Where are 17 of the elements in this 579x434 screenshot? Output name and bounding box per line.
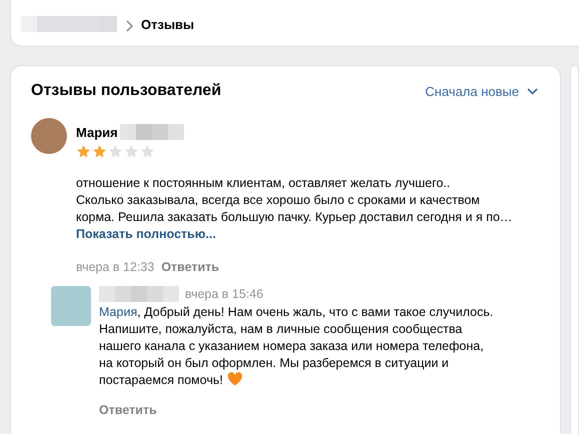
review-time: вчера в 12:33 [76,260,154,274]
reply-button[interactable]: Ответить [161,260,220,274]
review-text: отношение к постоянным клиентам, оставляет желать лучшего.. Сколько заказывала, всегда все хорошо было с сроками и качеством корма. Решила заказать большую пачку. Курьер доставил сегодня и я по… [76,175,514,226]
chevron-down-icon [527,88,538,94]
sort-dropdown[interactable]: Сначала новые [425,84,538,98]
author-name: Мария [76,124,118,140]
avatar [51,286,91,326]
avatar [31,118,67,154]
section-title: Отзывы пользователей [31,82,222,100]
chevron-right-icon [125,20,133,32]
breadcrumb-current: Отзывы [141,17,194,32]
reply-time: вчера в 15:46 [185,287,264,301]
reply-text: Мария, Добрый день! Нам очень жаль, что с вами такое случилось. Напишите, пожалуйста, нам в личные сообщения сообщества нашего канала с указанием номера заказа или номера телефона, на который он был оформлен. Мы разберемся в ситуации и постараемся помочь! [99,304,494,389]
show-more-link[interactable]: Показать полностью... [76,226,546,243]
reply-button[interactable]: Ответить [99,403,157,417]
blurred-text [120,124,184,140]
heart-icon [226,372,243,386]
